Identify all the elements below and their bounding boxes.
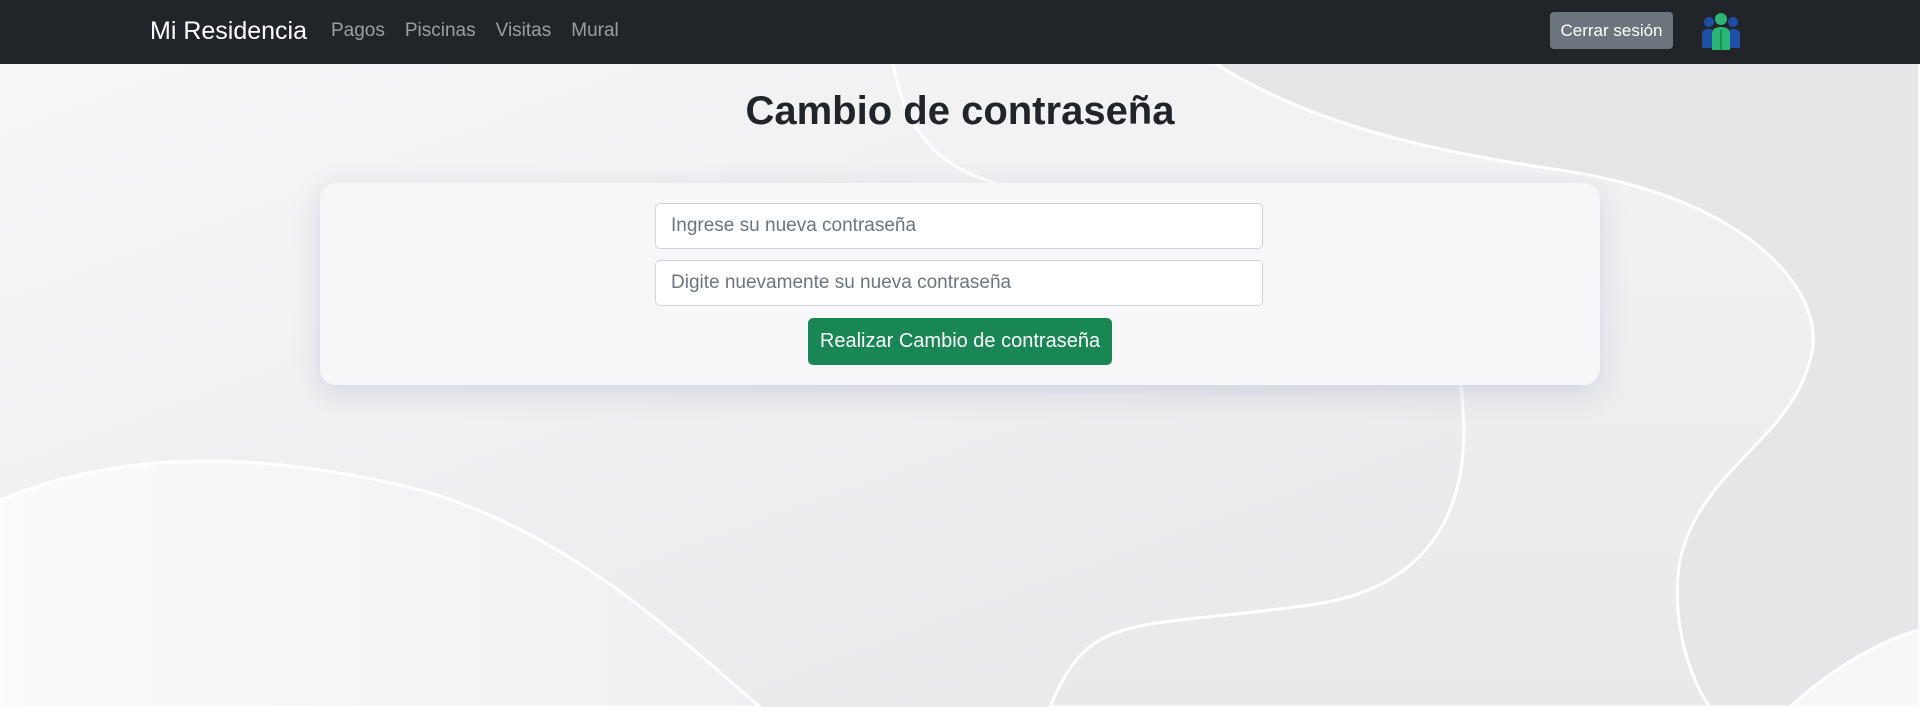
brand-link[interactable]: Mi Residencia — [150, 16, 307, 46]
users-group-icon[interactable] — [1700, 10, 1742, 50]
change-password-button[interactable]: Realizar Cambio de contraseña — [808, 318, 1112, 365]
nav-link-piscinas[interactable]: Piscinas — [405, 19, 476, 43]
nav-link-pagos[interactable]: Pagos — [331, 19, 385, 43]
new-password-input[interactable] — [655, 203, 1263, 249]
password-change-card: Realizar Cambio de contraseña — [320, 183, 1600, 385]
nav-link-visitas[interactable]: Visitas — [496, 19, 552, 43]
confirm-password-input[interactable] — [655, 260, 1263, 306]
nav-links: Pagos Piscinas Visitas Mural — [331, 19, 639, 43]
nav-link-mural[interactable]: Mural — [571, 19, 619, 43]
top-navbar: Mi Residencia Pagos Piscinas Visitas Mur… — [0, 0, 1920, 64]
page-title: Cambio de contraseña — [745, 89, 1175, 133]
logout-button[interactable]: Cerrar sesión — [1550, 12, 1673, 49]
